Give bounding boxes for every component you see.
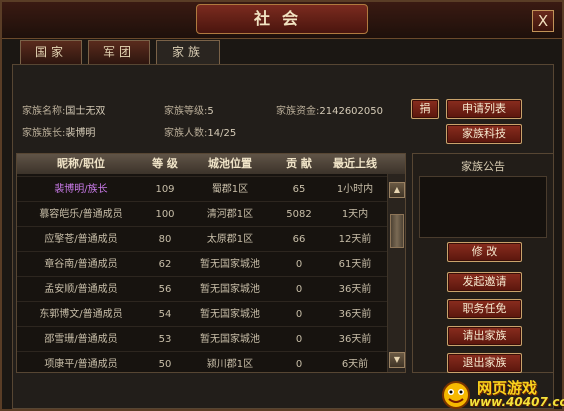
member-last-online: 6天前 <box>341 359 369 370</box>
member-name: 裴博明/族长 <box>54 184 108 195</box>
member-name: 项康平/普通成员 <box>44 359 118 370</box>
family-leader-label: 家族族长: <box>22 128 66 139</box>
col-level[interactable]: 等 级 <box>145 154 185 174</box>
scroll-down-icon[interactable]: ▼ <box>389 352 405 368</box>
member-contrib: 0 <box>295 309 303 320</box>
table-row[interactable]: 邵雪珊/普通成员 53 暂无国家城池 0 36天前 <box>17 326 387 352</box>
member-city: 清河郡1区 <box>206 209 254 220</box>
donate-button[interactable]: 捐 <box>411 99 439 119</box>
family-tech-button[interactable]: 家族科技 <box>446 124 522 144</box>
title-plate: 社会 <box>196 4 368 34</box>
member-level: 109 <box>155 184 175 195</box>
watermark-url: www.40407.com <box>469 395 564 409</box>
member-last-online: 36天前 <box>338 309 372 320</box>
family-leader-value: 裴博明 <box>65 128 96 139</box>
col-contrib[interactable]: 贡 献 <box>275 154 323 174</box>
site-watermark-logo: 网页游戏 www.40407.com <box>439 377 564 411</box>
member-city: 暂无国家城池 <box>200 309 260 320</box>
member-last-online: 12天前 <box>338 234 372 245</box>
family-funds-row: 家族资金:2142602050 <box>276 102 383 117</box>
table-row[interactable]: 慕容皑乐/普通成员 100 清河郡1区 5082 1天内 <box>17 201 387 227</box>
appoint-button[interactable]: 职务任免 <box>447 299 522 319</box>
tab-legion[interactable]: 军团 <box>88 40 150 64</box>
table-row[interactable]: 项康平/普通成员 50 颍川郡1区 0 6天前 <box>17 351 387 372</box>
table-row[interactable]: 孟安顺/普通成员 56 暂无国家城池 0 36天前 <box>17 276 387 302</box>
family-leader-row: 家族族长:裴博明 <box>22 124 95 139</box>
member-level: 62 <box>158 259 172 270</box>
member-name: 邵雪珊/普通成员 <box>44 334 118 345</box>
notice-text-area[interactable] <box>419 176 547 238</box>
close-button[interactable]: X <box>532 10 554 32</box>
member-city: 颍川郡1区 <box>206 359 254 370</box>
member-last-online: 36天前 <box>338 334 372 345</box>
col-last-online[interactable]: 最近上线 <box>323 154 387 174</box>
member-contrib: 5082 <box>286 209 312 220</box>
family-level-label: 家族等级: <box>164 106 208 117</box>
member-contrib: 65 <box>292 184 306 195</box>
member-city: 暂无国家城池 <box>200 284 260 295</box>
family-count-value: 14/25 <box>207 128 237 139</box>
invite-button[interactable]: 发起邀请 <box>447 272 522 292</box>
member-city: 蜀郡1区 <box>211 184 249 195</box>
social-window: 社会 X 国家 军团 家族 家族名称:国士无双 家族族长:裴博明 家族等级:5 … <box>0 0 564 411</box>
family-funds-value: 2142602050 <box>319 106 383 117</box>
scroll-thumb[interactable] <box>390 214 404 248</box>
table-row[interactable]: 应擎苍/普通成员 80 太原郡1区 66 12天前 <box>17 226 387 252</box>
col-name[interactable]: 昵称/职位 <box>17 154 145 174</box>
apply-list-button[interactable]: 申请列表 <box>446 99 522 119</box>
member-contrib: 0 <box>295 359 303 370</box>
table-header: 昵称/职位 等 级 城池位置 贡 献 最近上线 <box>17 154 405 174</box>
member-level: 80 <box>158 234 172 245</box>
title-bar: 社会 X <box>2 2 562 39</box>
family-name-value: 国士无双 <box>65 106 106 117</box>
family-count-row: 家族人数:14/25 <box>164 124 236 139</box>
family-name-label: 家族名称: <box>22 106 66 117</box>
expel-button[interactable]: 请出家族 <box>447 326 522 346</box>
member-name: 慕容皑乐/普通成员 <box>39 209 123 220</box>
member-city: 太原郡1区 <box>206 234 254 245</box>
member-contrib: 0 <box>295 334 303 345</box>
window-title: 社会 <box>253 9 310 28</box>
scroll-up-icon[interactable]: ▲ <box>389 182 405 198</box>
modify-notice-button[interactable]: 修 改 <box>447 242 522 262</box>
tab-country[interactable]: 国家 <box>20 40 82 64</box>
member-name: 章谷南/普通成员 <box>44 259 118 270</box>
member-level: 54 <box>158 309 172 320</box>
family-count-label: 家族人数: <box>164 128 208 139</box>
member-last-online: 36天前 <box>338 284 372 295</box>
member-name: 应擎苍/普通成员 <box>44 234 118 245</box>
family-funds-label: 家族资金: <box>276 106 320 117</box>
table-row[interactable]: 东郭博文/普通成员 54 暂无国家城池 0 36天前 <box>17 301 387 327</box>
family-level-value: 5 <box>207 106 214 117</box>
member-level: 56 <box>158 284 172 295</box>
member-table: 昵称/职位 等 级 城池位置 贡 献 最近上线 裴博明/族长 109 蜀郡1区 … <box>16 153 406 373</box>
table-row[interactable]: 裴博明/族长 109 蜀郡1区 65 1小时内 <box>17 176 387 202</box>
member-city: 暂无国家城池 <box>200 334 260 345</box>
member-contrib: 66 <box>292 234 306 245</box>
tab-family[interactable]: 家族 <box>156 40 220 64</box>
mascot-icon <box>442 381 470 409</box>
member-name: 孟安顺/普通成员 <box>44 284 118 295</box>
member-level: 50 <box>158 359 172 370</box>
family-name-row: 家族名称:国士无双 <box>22 102 105 117</box>
table-scrollbar[interactable]: ▲ ▼ <box>387 174 405 372</box>
col-city[interactable]: 城池位置 <box>185 154 275 174</box>
table-row[interactable]: 章谷南/普通成员 62 暂无国家城池 0 61天前 <box>17 251 387 277</box>
member-last-online: 1天内 <box>341 209 369 220</box>
member-city: 暂无国家城池 <box>200 259 260 270</box>
member-contrib: 0 <box>295 259 303 270</box>
member-level: 53 <box>158 334 172 345</box>
member-level: 100 <box>155 209 175 220</box>
member-contrib: 0 <box>295 284 303 295</box>
member-name: 东郭博文/普通成员 <box>39 309 123 320</box>
notice-title: 家族公告 <box>461 160 505 173</box>
member-last-online: 1小时内 <box>336 184 374 195</box>
leave-family-button[interactable]: 退出家族 <box>447 353 522 373</box>
member-last-online: 61天前 <box>338 259 372 270</box>
family-level-row: 家族等级:5 <box>164 102 214 117</box>
